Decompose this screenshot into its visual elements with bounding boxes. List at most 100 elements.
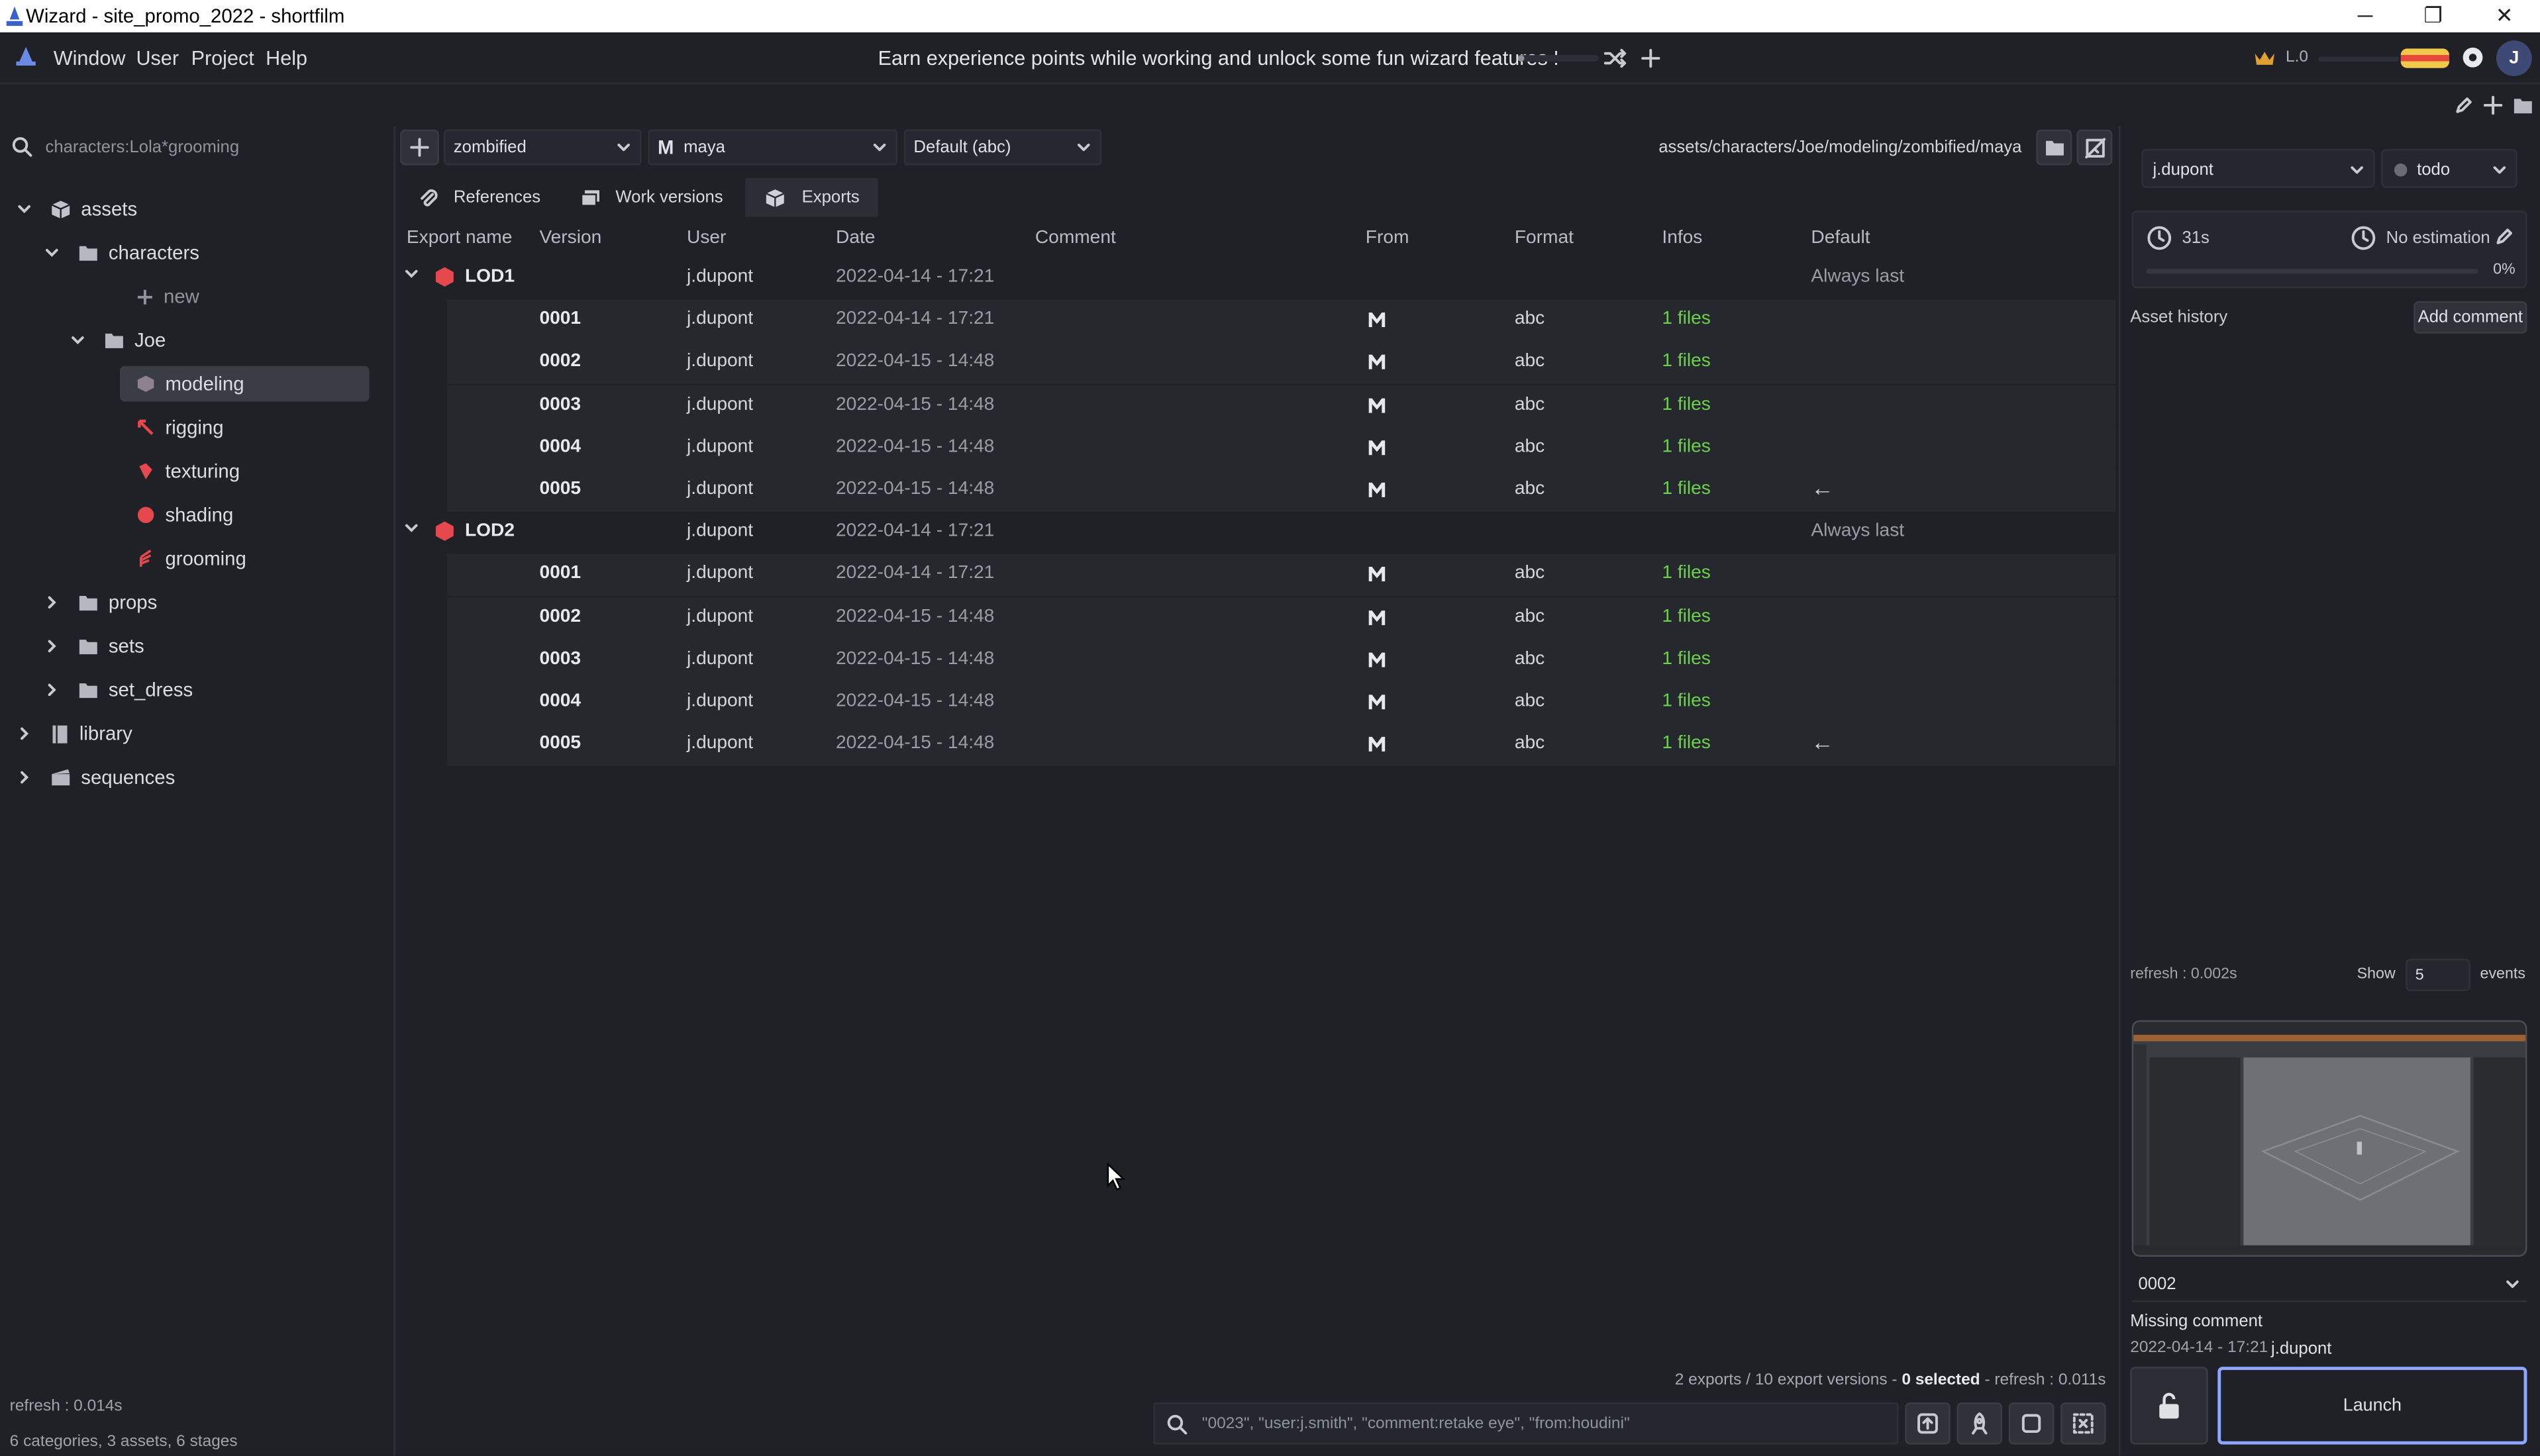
col-export-name[interactable]: Export name: [407, 228, 512, 248]
version-row[interactable]: 0001 j.dupont 2022-04-14 - 17:21 abc 1 files: [447, 299, 2116, 342]
menu-window[interactable]: Window: [54, 47, 126, 70]
tree-item-texturing[interactable]: texturing: [120, 454, 444, 489]
tree-item-grooming[interactable]: grooming: [120, 541, 444, 577]
chevron-down-icon[interactable]: [68, 332, 87, 348]
version-row[interactable]: 0004 j.dupont 2022-04-15 - 14:48 abc 1 files: [447, 427, 2116, 469]
version-infos[interactable]: 1 files: [1662, 437, 1710, 456]
chevron-right-icon[interactable]: [42, 638, 62, 654]
add-comment-button[interactable]: Add comment: [2413, 301, 2527, 334]
version-row[interactable]: 0003 j.dupont 2022-04-15 - 14:48 abc 1 files: [447, 639, 2116, 682]
menu-project[interactable]: Project: [191, 47, 254, 70]
version-infos[interactable]: 1 files: [1662, 734, 1710, 753]
tree-item-sets[interactable]: sets: [42, 628, 366, 664]
chevron-right-icon[interactable]: [15, 769, 34, 785]
tree-search-input[interactable]: characters:Lola*grooming: [45, 138, 239, 157]
version-infos[interactable]: 1 files: [1662, 649, 1710, 668]
events-count-input[interactable]: 5: [2406, 958, 2470, 991]
tree-item-shading[interactable]: shading: [120, 497, 444, 533]
clear-selection-button[interactable]: [2060, 1402, 2106, 1445]
version-row[interactable]: 0005 j.dupont 2022-04-15 - 14:48 abc 1 files…: [447, 469, 2116, 512]
col-default[interactable]: Default: [1811, 228, 1870, 248]
menu-help[interactable]: Help: [266, 47, 307, 70]
col-comment[interactable]: Comment: [1035, 228, 1116, 248]
chevron-down-icon[interactable]: [42, 244, 62, 260]
viewer-button[interactable]: [2008, 1402, 2055, 1445]
exports-search-input[interactable]: "0023", "user:j.smith", "comment:retake …: [1202, 1416, 1630, 1433]
version-row[interactable]: 0001 j.dupont 2022-04-14 - 17:21 abc 1 files: [447, 554, 2116, 597]
chevron-down-icon[interactable]: [403, 520, 419, 536]
launch-button[interactable]: Launch: [2217, 1367, 2527, 1445]
plus-icon[interactable]: [2483, 95, 2503, 115]
version-thumbnail[interactable]: [2131, 1020, 2527, 1257]
version-infos[interactable]: 1 files: [1662, 479, 1710, 499]
tree-item-rigging[interactable]: rigging: [120, 410, 444, 446]
batch-export-button[interactable]: [1956, 1402, 2003, 1445]
gear-icon[interactable]: [2461, 45, 2485, 70]
version-infos[interactable]: 1 files: [1662, 395, 1710, 414]
folder-icon[interactable]: [2512, 95, 2533, 115]
minimize-button[interactable]: ─: [2354, 3, 2376, 28]
tree-item-props[interactable]: props: [42, 585, 366, 620]
add-export-button[interactable]: [400, 129, 439, 166]
maximize-button[interactable]: ❐: [2421, 3, 2444, 29]
col-infos[interactable]: Infos: [1662, 228, 1702, 248]
tree-item-modeling[interactable]: modeling: [119, 365, 370, 402]
tree-item-set-dress[interactable]: set_dress: [42, 672, 366, 708]
open-folder-button[interactable]: [2036, 129, 2072, 166]
maya-icon: [1367, 693, 1386, 711]
chevron-right-icon[interactable]: [42, 595, 62, 610]
version-infos[interactable]: 1 files: [1662, 691, 1710, 710]
no-image-button[interactable]: [2076, 129, 2113, 166]
default-arrow-icon[interactable]: ←: [1811, 475, 1833, 501]
export-type-select[interactable]: Default (abc): [903, 129, 1102, 166]
variant-select[interactable]: zombified: [444, 129, 642, 166]
tab-work-versions[interactable]: Work versions: [564, 178, 738, 217]
tree-item-joe[interactable]: Joe: [68, 322, 392, 358]
col-user[interactable]: User: [687, 228, 726, 248]
assignee-select[interactable]: j.dupont: [2141, 149, 2375, 188]
export-row-lod1[interactable]: LOD1 j.dupont 2022-04-14 - 17:21 Always las…: [399, 258, 2116, 300]
version-infos[interactable]: 1 files: [1662, 607, 1710, 626]
tab-references[interactable]: References: [402, 178, 558, 217]
col-format[interactable]: Format: [1515, 228, 1574, 248]
col-from[interactable]: From: [1366, 228, 1409, 248]
state-select[interactable]: todo: [2381, 149, 2517, 188]
tree-item-library[interactable]: library: [15, 716, 338, 752]
pencil-icon[interactable]: [2454, 95, 2473, 115]
chevron-right-icon[interactable]: [42, 682, 62, 698]
version-row[interactable]: 0002 j.dupont 2022-04-15 - 14:48 abc 1 files: [447, 342, 2116, 385]
chevron-down-icon[interactable]: [403, 266, 419, 281]
version-row[interactable]: 0002 j.dupont 2022-04-15 - 14:48 abc 1 files: [447, 597, 2116, 640]
version-row[interactable]: 0005 j.dupont 2022-04-15 - 14:48 abc 1 files…: [447, 724, 2116, 767]
exports-search[interactable]: "0023", "user:j.smith", "comment:retake …: [1153, 1402, 1899, 1445]
version-infos[interactable]: 1 files: [1662, 310, 1710, 329]
export-row-lod2[interactable]: LOD2 j.dupont 2022-04-14 - 17:21 Always las…: [399, 512, 2116, 554]
tree-item-sequences[interactable]: sequences: [15, 759, 338, 795]
add-icon[interactable]: [1639, 47, 1662, 70]
col-version[interactable]: Version: [539, 228, 601, 248]
edit-estimation-icon[interactable]: [2495, 226, 2514, 246]
default-arrow-icon[interactable]: ←: [1811, 729, 1833, 755]
tree-item-characters[interactable]: characters: [42, 235, 366, 271]
version-infos[interactable]: 1 files: [1662, 564, 1710, 583]
version-row[interactable]: 0004 j.dupont 2022-04-15 - 14:48 abc 1 files: [447, 681, 2116, 724]
shuffle-icon[interactable]: [1603, 47, 1627, 70]
title-bar: Wizard - site_promo_2022 - shortfilm ─ ❐…: [0, 0, 2540, 32]
tree-search[interactable]: characters:Lola*grooming: [0, 130, 395, 166]
chevron-right-icon[interactable]: [15, 726, 34, 742]
col-date[interactable]: Date: [836, 228, 875, 248]
user-avatar[interactable]: J: [2496, 40, 2532, 76]
version-row[interactable]: 0003 j.dupont 2022-04-15 - 14:48 abc 1 files: [447, 385, 2116, 427]
tree-item-assets[interactable]: assets: [15, 191, 338, 227]
export-upload-button[interactable]: [1905, 1402, 1951, 1445]
tree-item-new[interactable]: new: [120, 279, 444, 315]
software-select[interactable]: M maya: [648, 129, 897, 166]
thumbnail-version-select[interactable]: 0002: [2131, 1267, 2527, 1302]
tab-exports[interactable]: Exports: [745, 178, 878, 217]
lock-button[interactable]: [2130, 1367, 2208, 1445]
menu-user[interactable]: User: [136, 47, 179, 70]
close-button[interactable]: ✕: [2493, 3, 2515, 29]
chevron-down-icon[interactable]: [15, 201, 34, 217]
wizard-hat-icon[interactable]: [15, 45, 37, 68]
version-infos[interactable]: 1 files: [1662, 352, 1710, 371]
